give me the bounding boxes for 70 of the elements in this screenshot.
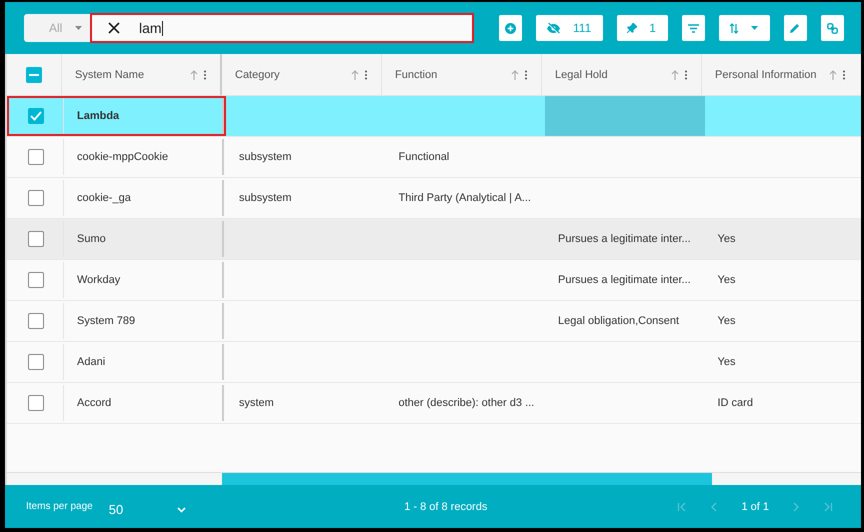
table-cell: Pursues a legitimate inter... bbox=[558, 233, 691, 245]
sort-menu-icon[interactable] bbox=[511, 70, 529, 80]
sort-icon bbox=[728, 22, 739, 34]
table-cell: Adani bbox=[77, 356, 106, 368]
edit-button[interactable] bbox=[784, 15, 807, 41]
caret-icon bbox=[750, 26, 758, 30]
table-cell: Pursues a legitimate inter... bbox=[558, 274, 691, 286]
chevron-down-icon bbox=[177, 506, 186, 512]
column-header[interactable]: Category bbox=[222, 54, 382, 95]
table-cell: Functional bbox=[398, 151, 450, 163]
row-checkbox[interactable] bbox=[28, 395, 44, 411]
table-row[interactable]: Accord system other (describe): other d3 ... ID card bbox=[7, 383, 861, 424]
table-cell: Yes bbox=[718, 233, 736, 245]
table-row[interactable]: Workday Pursues a legitimate inter... Yes bbox=[7, 260, 861, 301]
table-row[interactable]: System 789 Legal obligation,Consent Yes bbox=[7, 301, 861, 342]
link-button[interactable] bbox=[820, 15, 844, 41]
table-cell: System 789 bbox=[77, 315, 136, 327]
scrollbar-thumb[interactable] bbox=[222, 473, 712, 485]
row-checkbox[interactable] bbox=[28, 354, 44, 370]
table-cell: Lambda bbox=[77, 110, 120, 122]
table-cell: cookie-_ga bbox=[77, 192, 131, 204]
sort-button[interactable] bbox=[718, 15, 770, 41]
row-checkbox[interactable] bbox=[28, 190, 44, 206]
table-cell: subsystem bbox=[239, 151, 292, 163]
column-header[interactable]: Legal Hold bbox=[542, 54, 702, 95]
add-icon bbox=[505, 22, 516, 34]
sort-menu-icon[interactable] bbox=[671, 70, 689, 80]
pin-icon bbox=[627, 23, 638, 33]
table-row[interactable]: Adani Yes bbox=[7, 342, 861, 383]
table-row[interactable]: Lambda bbox=[7, 96, 861, 137]
table-row[interactable]: cookie-_ga subsystem Third Party (Analytical | A... bbox=[7, 178, 861, 219]
pencil-icon bbox=[790, 23, 800, 33]
table-cell: other (describe): other d3 ... bbox=[398, 397, 534, 409]
row-checkbox[interactable] bbox=[28, 231, 44, 247]
page-indicator: 1 of 1 bbox=[741, 500, 769, 512]
select-all-checkbox[interactable] bbox=[26, 66, 42, 82]
items-per-page-label: Items per page bbox=[26, 501, 93, 512]
table-cell: Yes bbox=[718, 274, 736, 286]
column-header[interactable]: System Name bbox=[62, 54, 222, 95]
eye-off-icon bbox=[546, 22, 561, 34]
table-cell: ID card bbox=[718, 397, 753, 409]
table-cell: subsystem bbox=[239, 192, 292, 204]
table-cell: cookie-mppCookie bbox=[77, 151, 168, 163]
close-icon[interactable] bbox=[108, 22, 120, 34]
column-header[interactable]: Function bbox=[382, 54, 542, 95]
row-checkbox[interactable] bbox=[28, 272, 44, 288]
table-cell: Legal obligation,Consent bbox=[558, 315, 680, 327]
search-field[interactable]: lam bbox=[90, 13, 474, 43]
add-button[interactable] bbox=[499, 15, 522, 41]
table-cell: Accord bbox=[77, 397, 112, 409]
link-icon bbox=[826, 22, 838, 34]
table-row[interactable]: cookie-mppCookie subsystem Functional bbox=[7, 137, 861, 178]
sort-menu-icon[interactable] bbox=[190, 70, 208, 80]
table-cell: Yes bbox=[718, 315, 736, 327]
filter-button[interactable] bbox=[682, 15, 705, 41]
table-cell: Third Party (Analytical | A... bbox=[398, 192, 531, 204]
filter-icon bbox=[688, 24, 699, 32]
table-row[interactable]: Sumo Pursues a legitimate inter... Yes bbox=[7, 219, 861, 260]
caret-icon bbox=[75, 26, 82, 30]
table-cell: Sumo bbox=[77, 233, 106, 245]
column-header[interactable]: Personal Information bbox=[702, 54, 859, 95]
table-cell: system bbox=[239, 397, 274, 409]
table-cell: Yes bbox=[718, 356, 736, 368]
table-cell: Workday bbox=[77, 274, 120, 286]
row-checkbox[interactable] bbox=[28, 313, 44, 329]
row-checkbox[interactable] bbox=[28, 108, 44, 124]
sort-menu-icon[interactable] bbox=[829, 70, 847, 80]
sort-menu-icon[interactable] bbox=[351, 70, 369, 80]
row-checkbox[interactable] bbox=[28, 149, 44, 165]
record-count: 1 - 8 of 8 records bbox=[404, 500, 488, 512]
